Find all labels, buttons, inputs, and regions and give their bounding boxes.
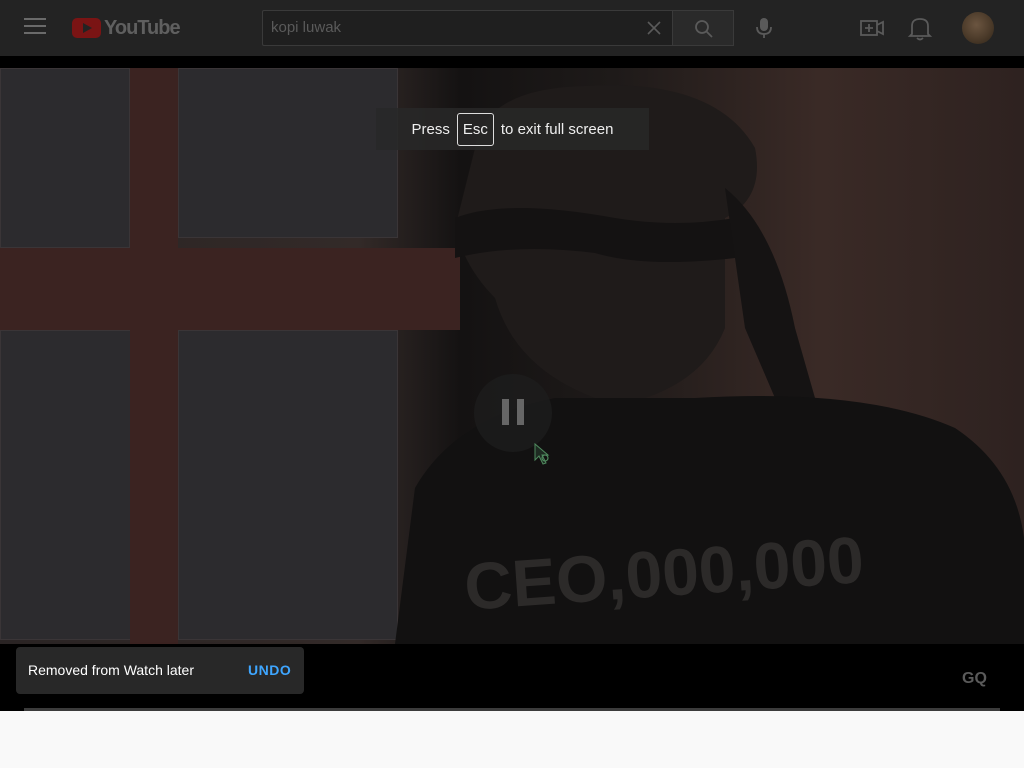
create-video-icon[interactable] (859, 15, 885, 41)
window-pane (178, 68, 398, 238)
window-pane (0, 330, 135, 640)
pause-overlay-button[interactable] (474, 374, 552, 452)
hint-press-text: Press (411, 120, 450, 138)
window-frame (0, 248, 460, 330)
person-in-video: CEO,000,000 (395, 85, 1024, 644)
window-pane (0, 68, 130, 248)
window-pane (178, 330, 398, 640)
clear-search-icon[interactable] (646, 20, 662, 36)
pause-icon-bar (517, 399, 524, 425)
esc-key-badge: Esc (456, 112, 494, 146)
video-player[interactable]: CEO,000,000 Press Esc to exit full scree… (0, 56, 1024, 711)
mouse-cursor-icon (534, 442, 550, 465)
channel-watermark[interactable]: GQ (962, 670, 987, 688)
progress-bar[interactable] (24, 708, 1000, 711)
hamburger-menu-icon[interactable] (24, 18, 46, 38)
hint-exit-text: to exit full screen (500, 120, 614, 138)
search-button[interactable] (672, 10, 734, 46)
youtube-play-icon (72, 18, 101, 38)
youtube-logo[interactable]: YouTube (72, 16, 181, 39)
search-icon (695, 20, 713, 38)
microphone-icon[interactable] (750, 14, 778, 42)
notifications-bell-icon[interactable] (907, 14, 933, 42)
search-query-text[interactable]: kopi luwak (271, 19, 341, 36)
pause-icon-bar (502, 399, 509, 425)
snackbar-message: Removed from Watch later (28, 662, 194, 678)
app-root: YouTube kopi luwak CEO,000,000 Press Esc… (0, 0, 1024, 768)
logo-text: YouTube (104, 16, 181, 39)
undo-button[interactable]: UNDO (248, 662, 291, 678)
watch-later-snackbar: Removed from Watch later UNDO (16, 647, 304, 694)
fullscreen-exit-hint: Press Esc to exit full screen (376, 108, 649, 150)
account-avatar[interactable] (962, 12, 994, 44)
window-frame (130, 68, 178, 644)
search-input[interactable]: kopi luwak (262, 10, 672, 46)
masthead: YouTube kopi luwak (0, 0, 1024, 56)
